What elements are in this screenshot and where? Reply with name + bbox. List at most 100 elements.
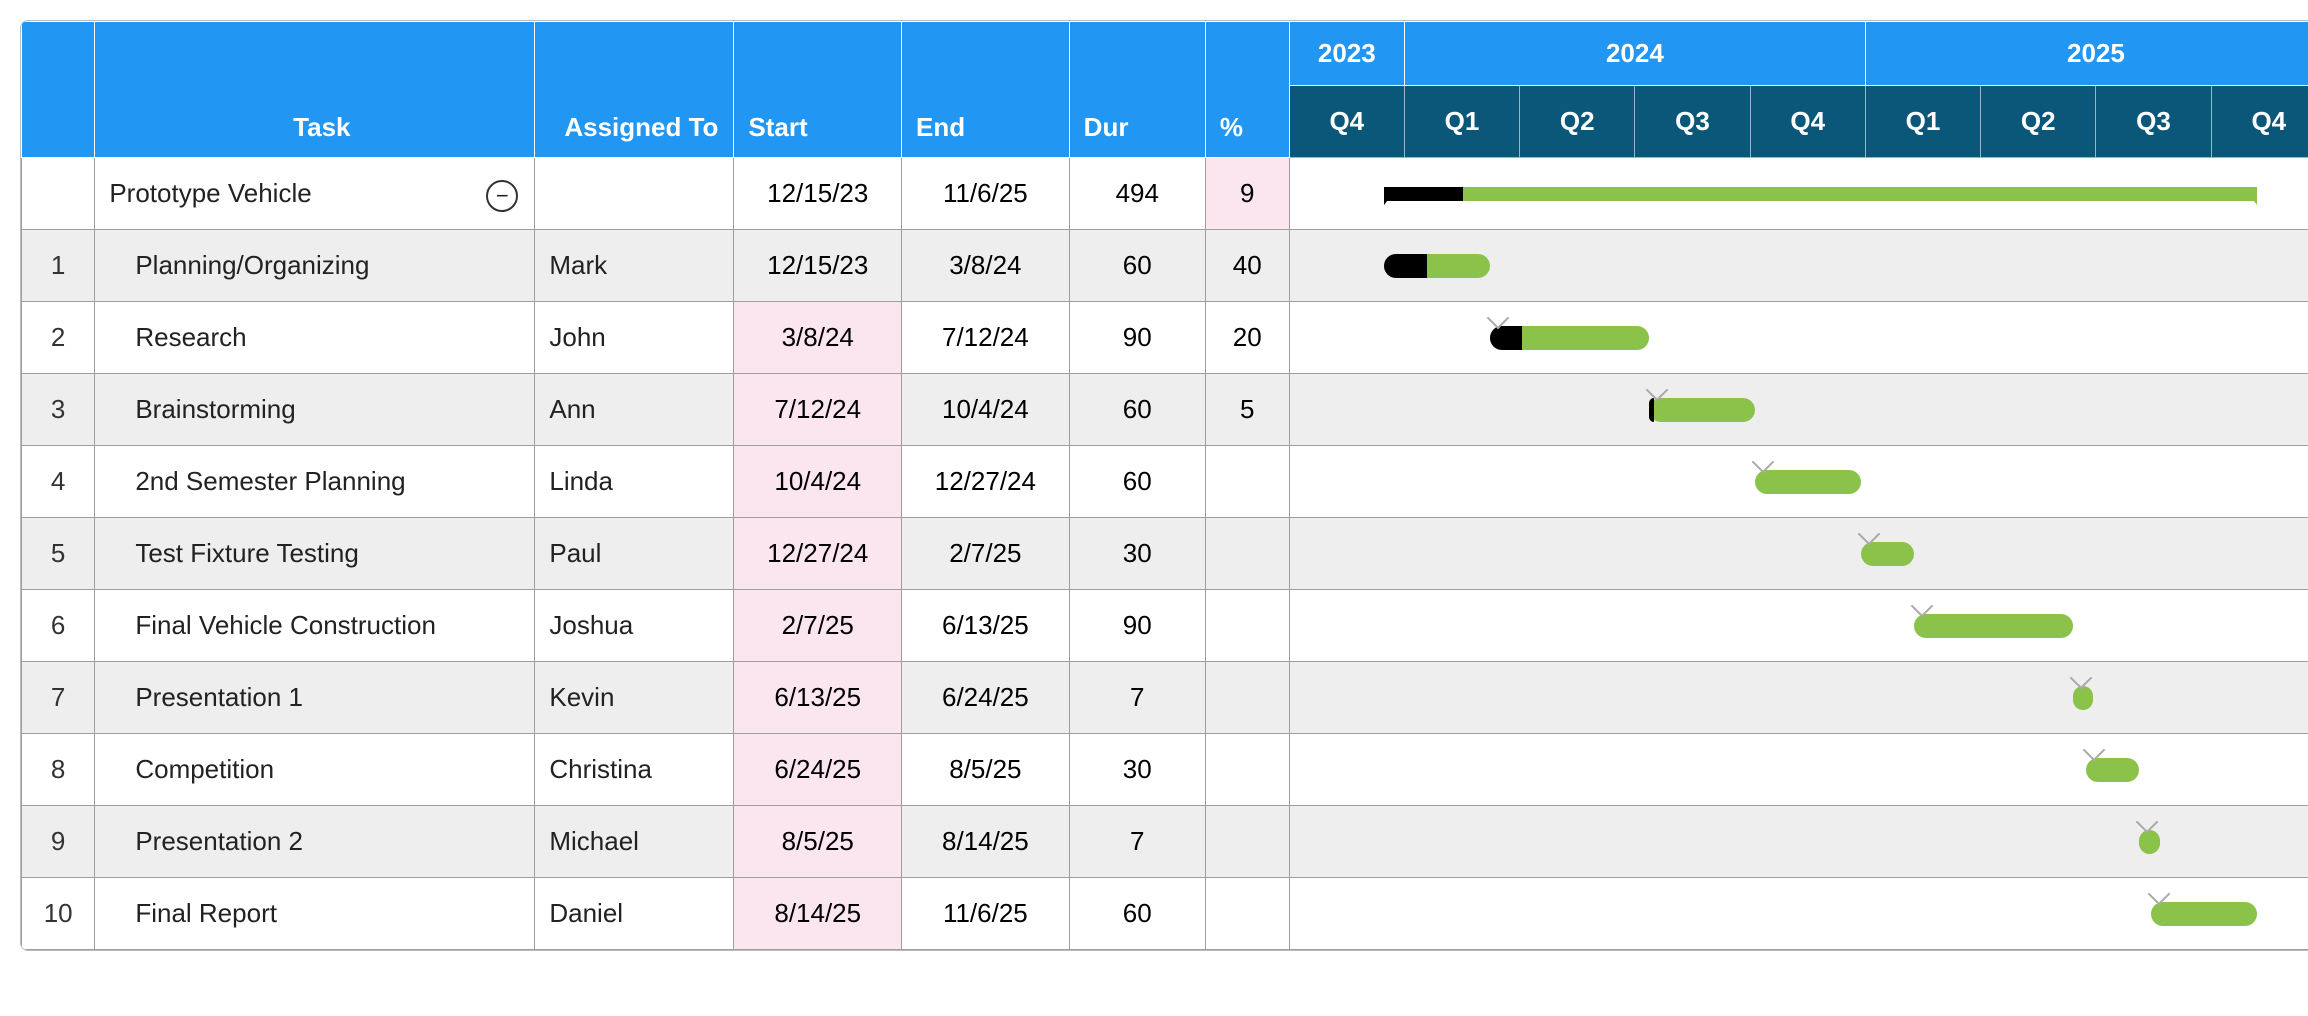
assigned-cell[interactable]: Ann [535, 374, 734, 446]
task-name-cell[interactable]: Research [95, 302, 535, 374]
start-cell[interactable]: 8/5/25 [734, 806, 902, 878]
dur-cell[interactable]: 60 [1069, 374, 1205, 446]
collapse-icon[interactable]: − [486, 180, 518, 212]
dur-cell[interactable]: 30 [1069, 734, 1205, 806]
gantt-bar[interactable] [2151, 902, 2257, 926]
gantt-bar[interactable] [2073, 686, 2094, 710]
pct-cell[interactable] [1205, 878, 1289, 950]
end-cell[interactable]: 6/24/25 [902, 662, 1070, 734]
task-name-cell[interactable]: Final Report [95, 878, 535, 950]
assigned-cell[interactable]: Paul [535, 518, 734, 590]
start-cell[interactable]: 3/8/24 [734, 302, 902, 374]
summary-gantt-bar[interactable] [1384, 187, 2256, 201]
table-row[interactable]: 10Final ReportDaniel8/14/2511/6/2560 [22, 878, 2308, 950]
end-cell[interactable]: 8/5/25 [902, 734, 1070, 806]
summary-pct: 9 [1205, 158, 1289, 230]
header-assigned[interactable]: Assigned To [535, 22, 734, 158]
table-row[interactable]: 8CompetitionChristina6/24/258/5/2530 [22, 734, 2308, 806]
header-quarter: Q2 [1981, 86, 2096, 158]
table-row[interactable]: 6Final Vehicle ConstructionJoshua2/7/256… [22, 590, 2308, 662]
table-row[interactable]: 2ResearchJohn3/8/247/12/249020 [22, 302, 2308, 374]
table-row[interactable]: 5Test Fixture TestingPaul12/27/242/7/253… [22, 518, 2308, 590]
end-cell[interactable]: 11/6/25 [902, 878, 1070, 950]
assigned-cell[interactable]: John [535, 302, 734, 374]
dur-cell[interactable]: 60 [1069, 446, 1205, 518]
pct-cell[interactable] [1205, 662, 1289, 734]
task-name-cell[interactable]: Presentation 1 [95, 662, 535, 734]
start-cell[interactable]: 8/14/25 [734, 878, 902, 950]
start-cell[interactable]: 6/24/25 [734, 734, 902, 806]
task-name-cell[interactable]: Final Vehicle Construction [95, 590, 535, 662]
pct-cell[interactable] [1205, 446, 1289, 518]
task-name-cell[interactable]: Presentation 2 [95, 806, 535, 878]
pct-cell[interactable] [1205, 590, 1289, 662]
task-name-cell[interactable]: Competition [95, 734, 535, 806]
task-name-cell[interactable]: 2nd Semester Planning [95, 446, 535, 518]
assigned-cell[interactable]: Linda [535, 446, 734, 518]
end-cell[interactable]: 6/13/25 [902, 590, 1070, 662]
row-index: 6 [22, 590, 95, 662]
header-start[interactable]: Start [734, 22, 902, 158]
dur-cell[interactable]: 90 [1069, 590, 1205, 662]
end-cell[interactable]: 12/27/24 [902, 446, 1070, 518]
dependency-arrow-icon [2069, 667, 2092, 690]
dur-cell[interactable]: 90 [1069, 302, 1205, 374]
gantt-bar[interactable] [1649, 398, 1755, 422]
gantt-bar[interactable] [1384, 254, 1490, 278]
start-cell[interactable]: 10/4/24 [734, 446, 902, 518]
gantt-table: Task Assigned To Start End Dur % 2023 20… [21, 21, 2308, 950]
pct-cell[interactable]: 5 [1205, 374, 1289, 446]
assigned-cell[interactable]: Joshua [535, 590, 734, 662]
dur-cell[interactable]: 60 [1069, 878, 1205, 950]
gantt-bar-cell [1289, 878, 2308, 950]
assigned-cell[interactable]: Christina [535, 734, 734, 806]
end-cell[interactable]: 2/7/25 [902, 518, 1070, 590]
gantt-bar-cell [1289, 230, 2308, 302]
gantt-bar[interactable] [1755, 470, 1861, 494]
header-dur[interactable]: Dur [1069, 22, 1205, 158]
gantt-bar[interactable] [1490, 326, 1649, 350]
assigned-cell[interactable]: Mark [535, 230, 734, 302]
assigned-cell[interactable]: Michael [535, 806, 734, 878]
pct-cell[interactable] [1205, 806, 1289, 878]
task-name-cell[interactable]: Test Fixture Testing [95, 518, 535, 590]
dur-cell[interactable]: 30 [1069, 518, 1205, 590]
header-end[interactable]: End [902, 22, 1070, 158]
gantt-bar-progress [1490, 326, 1522, 350]
end-cell[interactable]: 3/8/24 [902, 230, 1070, 302]
end-cell[interactable]: 8/14/25 [902, 806, 1070, 878]
gantt-bar[interactable] [2139, 830, 2160, 854]
pct-cell[interactable] [1205, 734, 1289, 806]
assigned-cell[interactable]: Daniel [535, 878, 734, 950]
row-index: 3 [22, 374, 95, 446]
pct-cell[interactable] [1205, 518, 1289, 590]
dur-cell[interactable]: 7 [1069, 806, 1205, 878]
start-cell[interactable]: 12/27/24 [734, 518, 902, 590]
header-year-2025: 2025 [1865, 22, 2308, 86]
table-row[interactable]: 3BrainstormingAnn7/12/2410/4/24605 [22, 374, 2308, 446]
table-row[interactable]: 7Presentation 1Kevin6/13/256/24/257 [22, 662, 2308, 734]
header-task[interactable]: Task [95, 22, 535, 158]
gantt-bar[interactable] [2086, 758, 2139, 782]
header-pct[interactable]: % [1205, 22, 1289, 158]
pct-cell[interactable]: 40 [1205, 230, 1289, 302]
summary-row[interactable]: Prototype Vehicle−12/15/2311/6/254949 [22, 158, 2308, 230]
start-cell[interactable]: 6/13/25 [734, 662, 902, 734]
pct-cell[interactable]: 20 [1205, 302, 1289, 374]
gantt-bar[interactable] [1914, 614, 2073, 638]
gantt-bar-cell [1289, 518, 2308, 590]
start-cell[interactable]: 7/12/24 [734, 374, 902, 446]
dur-cell[interactable]: 7 [1069, 662, 1205, 734]
end-cell[interactable]: 7/12/24 [902, 302, 1070, 374]
end-cell[interactable]: 10/4/24 [902, 374, 1070, 446]
start-cell[interactable]: 2/7/25 [734, 590, 902, 662]
table-row[interactable]: 9Presentation 2Michael8/5/258/14/257 [22, 806, 2308, 878]
table-row[interactable]: 1Planning/OrganizingMark12/15/233/8/2460… [22, 230, 2308, 302]
header-quarter: Q4 [2211, 86, 2308, 158]
table-row[interactable]: 42nd Semester PlanningLinda10/4/2412/27/… [22, 446, 2308, 518]
assigned-cell[interactable]: Kevin [535, 662, 734, 734]
start-cell[interactable]: 12/15/23 [734, 230, 902, 302]
dur-cell[interactable]: 60 [1069, 230, 1205, 302]
task-name-cell[interactable]: Planning/Organizing [95, 230, 535, 302]
task-name-cell[interactable]: Brainstorming [95, 374, 535, 446]
